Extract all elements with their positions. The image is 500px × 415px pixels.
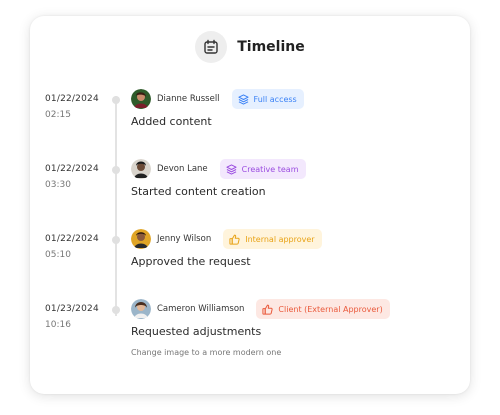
timeline-card: Timeline 01/22/2024 02:15 Dianne Russell…: [30, 16, 470, 394]
entry-time: 10:16: [45, 320, 71, 330]
entry-date: 01/22/2024: [45, 94, 99, 104]
user-name[interactable]: Cameron Williamson: [157, 304, 244, 314]
calendar-icon: [195, 31, 228, 63]
timeline-entry: 01/22/2024 03:30 Devon Lane Creative tea…: [30, 159, 470, 228]
entry-action: Added content: [131, 115, 212, 128]
badge-label: Internal approver: [245, 234, 315, 244]
avatar[interactable]: [131, 89, 151, 109]
user-name[interactable]: Jenny Wilson: [157, 234, 211, 244]
entry-action: Approved the request: [131, 255, 251, 268]
thumbs-up-icon: [262, 304, 274, 315]
timeline-dot: [112, 306, 120, 314]
timeline-entry: 01/22/2024 02:15 Dianne Russell Full acc…: [30, 89, 470, 158]
layers-icon: [237, 93, 249, 105]
entry-date: 01/23/2024: [45, 304, 99, 314]
entry-time: 05:10: [45, 250, 71, 260]
timeline-dot: [112, 96, 120, 104]
user-row: Devon Lane Creative team: [131, 158, 306, 180]
user-name[interactable]: Devon Lane: [157, 164, 208, 174]
badge-label: Creative team: [241, 164, 299, 174]
user-row: Jenny Wilson Internal approver: [131, 228, 322, 250]
role-badge: Client (External Approver): [256, 299, 390, 319]
entry-time: 02:15: [45, 110, 71, 120]
role-badge: Internal approver: [223, 229, 322, 249]
thumbs-up-icon: [229, 234, 240, 245]
timeline-dot: [112, 236, 120, 244]
role-badge: Creative team: [219, 159, 306, 179]
badge-label: Full access: [253, 94, 297, 104]
user-row: Cameron Williamson Client (External Appr…: [131, 298, 390, 320]
entry-time: 03:30: [45, 180, 71, 190]
timeline-dot: [112, 166, 120, 174]
timeline-entry: 01/23/2024 10:16 Cameron Williamson Clie…: [30, 299, 470, 368]
user-name[interactable]: Dianne Russell: [157, 94, 220, 104]
page-title: Timeline: [237, 39, 305, 55]
role-badge: Full access: [231, 89, 304, 109]
entry-note: Change image to a more modern one: [131, 348, 282, 357]
avatar[interactable]: [131, 159, 151, 179]
entry-date: 01/22/2024: [45, 234, 99, 244]
badge-label: Client (External Approver): [278, 304, 383, 314]
avatar[interactable]: [131, 229, 151, 249]
entry-action: Requested adjustments: [131, 325, 262, 338]
timeline-header: Timeline: [30, 30, 470, 64]
entry-action: Started content creation: [131, 185, 266, 198]
entry-date: 01/22/2024: [45, 164, 99, 174]
user-row: Dianne Russell Full access: [131, 88, 304, 110]
timeline-entry: 01/22/2024 05:10 Jenny Wilson Internal a…: [30, 229, 470, 298]
avatar[interactable]: [131, 299, 151, 319]
layers-icon: [226, 163, 237, 175]
